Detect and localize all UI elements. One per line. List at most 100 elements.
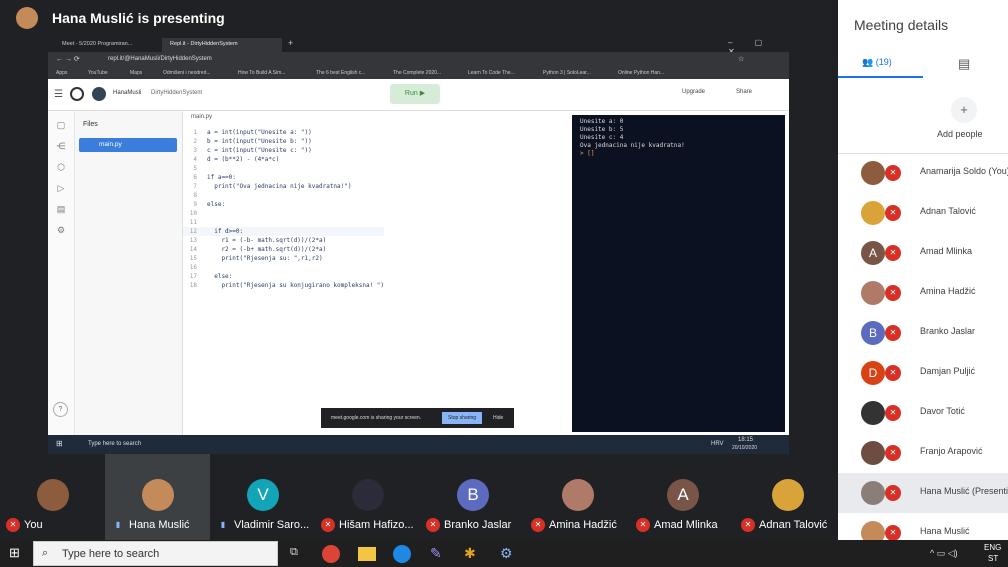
bookmark[interactable]: Maps xyxy=(130,70,142,76)
region-label[interactable]: ST xyxy=(988,554,998,563)
system-tray-icons[interactable]: ^ ▭ ◁) xyxy=(930,548,958,559)
bookmark[interactable]: YouTube xyxy=(88,70,108,76)
bookmark[interactable]: Python 3 | SoloLear... xyxy=(543,70,591,76)
code-text: print("Rjesenja su: ",r1,r2) xyxy=(207,255,323,262)
avatar xyxy=(772,479,804,511)
taskbar-search[interactable]: ⌕ Type here to search xyxy=(33,541,278,566)
code-line: 2 b = int(input("Unesite b: ")) xyxy=(183,137,384,146)
participant-tile[interactable]: ✕ Hišam Hafizo... xyxy=(315,454,420,540)
participant-name: ✕ Branko Jaslar xyxy=(426,518,526,532)
url-field[interactable]: repl.it/@HanaMusli/DirtyHiddenSystem xyxy=(108,56,212,62)
participant-row[interactable]: ✕ Anamarija Soldo (You) xyxy=(838,153,1008,193)
people-count: (19) xyxy=(875,57,892,67)
participant-tile[interactable]: ✕ Adnan Talović xyxy=(735,454,840,540)
code-text: else: xyxy=(207,273,233,280)
slack-icon[interactable]: ✱ xyxy=(464,545,476,562)
bookmark[interactable]: The 6 best English c... xyxy=(316,70,365,76)
inner-search[interactable]: Type here to search xyxy=(88,441,141,447)
code-line: 16 xyxy=(183,263,384,272)
mic-off-icon: ✕ xyxy=(885,205,901,221)
participant-row[interactable]: ✕ Amina Hadžić xyxy=(838,273,1008,313)
star-icon[interactable]: ☆ xyxy=(738,55,744,63)
mic-off-icon: ✕ xyxy=(321,518,335,532)
code-editor[interactable]: main.py 1 a = int(input("Unesite a: ")) 2 b… xyxy=(183,111,568,436)
repl-project[interactable]: DirtyHiddenSystem xyxy=(151,90,202,96)
bookmark[interactable]: Learn To Code The... xyxy=(468,70,515,76)
code-line: 6 if a==0: xyxy=(183,173,384,182)
code-line: 14 r2 = (-b+ math.sqrt(d))/(2*a) xyxy=(183,245,384,254)
lang-label[interactable]: ENG xyxy=(984,543,1001,552)
bookmark[interactable]: How To Build A Sim... xyxy=(238,70,285,76)
app-icon[interactable]: ✎ xyxy=(430,545,442,562)
new-tab-button[interactable]: + xyxy=(288,38,293,48)
bookmark[interactable]: Apps xyxy=(56,70,67,76)
line-number: 5 xyxy=(193,165,197,172)
add-people-icon[interactable]: + xyxy=(951,97,977,123)
code-line: 15 print("Rjesenja su: ",r1,r2) xyxy=(183,254,384,263)
run-button[interactable]: Run ▶ xyxy=(390,84,440,104)
participant-row[interactable]: A ✕ Amad Mlinka xyxy=(838,233,1008,273)
file-item-main[interactable]: main.py xyxy=(79,138,177,152)
participant-name-text: Amad Mlinka xyxy=(654,518,718,531)
task-view-icon[interactable]: ⧉ xyxy=(290,546,298,559)
nav-arrows-icon[interactable]: ← → ⟳ xyxy=(56,55,80,63)
participant-tile[interactable]: ✕ You xyxy=(0,454,105,540)
participant-tile[interactable]: V ▮ Vladimir Saro... xyxy=(210,454,315,540)
participant-name: ✕ Amina Hadžić xyxy=(531,518,631,532)
avatar xyxy=(861,481,885,505)
stop-sharing-button[interactable]: Stop sharing xyxy=(442,412,483,424)
participant-name: ✕ Amad Mlinka xyxy=(636,518,736,532)
mic-off-icon: ✕ xyxy=(885,525,901,541)
line-number: 16 xyxy=(189,264,197,271)
presenting-label: Hana Muslić is presenting xyxy=(52,10,225,26)
line-number: 14 xyxy=(189,246,197,253)
help-icon[interactable]: ? xyxy=(53,402,68,417)
line-number: 6 xyxy=(193,174,197,181)
participant-name: ▮ Hana Muslić xyxy=(111,518,211,532)
chat-icon[interactable]: ▤ xyxy=(958,56,970,72)
sidebar-icons[interactable]: ▢ ⋲ ⬡ ▷ ▤ ⚙ xyxy=(48,111,74,241)
participant-tile[interactable]: B ✕ Branko Jaslar xyxy=(420,454,525,540)
chrome-icon[interactable] xyxy=(322,545,340,563)
bookmark[interactable]: The Complete 2020... xyxy=(393,70,441,76)
browser-tab-repl[interactable]: Repl.it - DirtyHiddenSystem xyxy=(162,38,282,52)
add-people-button[interactable]: Add people xyxy=(937,129,983,139)
upgrade-button[interactable]: Upgrade xyxy=(682,89,705,95)
windows-start-icon[interactable]: ⊞ xyxy=(9,545,20,561)
file-explorer-icon[interactable] xyxy=(358,547,376,561)
app-icon[interactable]: ⚙ xyxy=(500,545,513,562)
participant-tile[interactable]: ▮ Hana Muslić xyxy=(105,454,210,540)
console[interactable]: Unesite a: 0 Unesite b: 5 Unesite c: 4 O… xyxy=(572,115,785,432)
participant-tile[interactable]: A ✕ Amad Mlinka xyxy=(630,454,735,540)
mic-off-icon: ✕ xyxy=(636,518,650,532)
replit-logo-icon xyxy=(70,87,84,101)
participant-row[interactable]: B ✕ Branko Jaslar xyxy=(838,313,1008,353)
browser-tab-meet[interactable]: Meet - 5/2020 Programiran... xyxy=(54,38,162,52)
share-button[interactable]: Share xyxy=(736,89,752,95)
panel-title: Meeting details xyxy=(854,17,949,33)
bookmark[interactable]: Online Python Han... xyxy=(618,70,664,76)
edge-icon[interactable] xyxy=(393,545,411,563)
editor-tab[interactable]: main.py xyxy=(191,114,212,120)
mic-off-icon: ✕ xyxy=(885,285,901,301)
presenter-avatar xyxy=(16,7,38,29)
participant-row[interactable]: ✕ Davor Totić xyxy=(838,393,1008,433)
participant-row[interactable]: ✕ Hana Muslić (Presenting) xyxy=(838,473,1008,513)
menu-icon[interactable]: ☰ xyxy=(54,89,63,100)
people-tab[interactable]: 👥 (19) xyxy=(862,57,892,68)
windows-icon[interactable]: ⊞ xyxy=(56,439,63,448)
participant-tile[interactable]: ✕ Amina Hadžić xyxy=(525,454,630,540)
mic-off-icon: ✕ xyxy=(426,518,440,532)
line-number: 3 xyxy=(193,147,197,154)
code-lines: 1 a = int(input("Unesite a: ")) 2 b = int(i… xyxy=(183,128,385,290)
code-line: 8 xyxy=(183,191,384,200)
participant-name-text: Hana Muslić xyxy=(129,518,190,531)
participant-row[interactable]: ✕ Franjo Arapović xyxy=(838,433,1008,473)
code-line: 10 xyxy=(183,209,384,218)
repl-user[interactable]: HanaMusli xyxy=(113,90,141,96)
bookmark[interactable]: Odmišeni i neodred... xyxy=(163,70,211,76)
user-avatar[interactable] xyxy=(92,87,106,101)
participant-row[interactable]: D ✕ Damjan Puljić xyxy=(838,353,1008,393)
participant-row[interactable]: ✕ Adnan Talović xyxy=(838,193,1008,233)
hide-button[interactable]: Hide xyxy=(493,415,503,421)
